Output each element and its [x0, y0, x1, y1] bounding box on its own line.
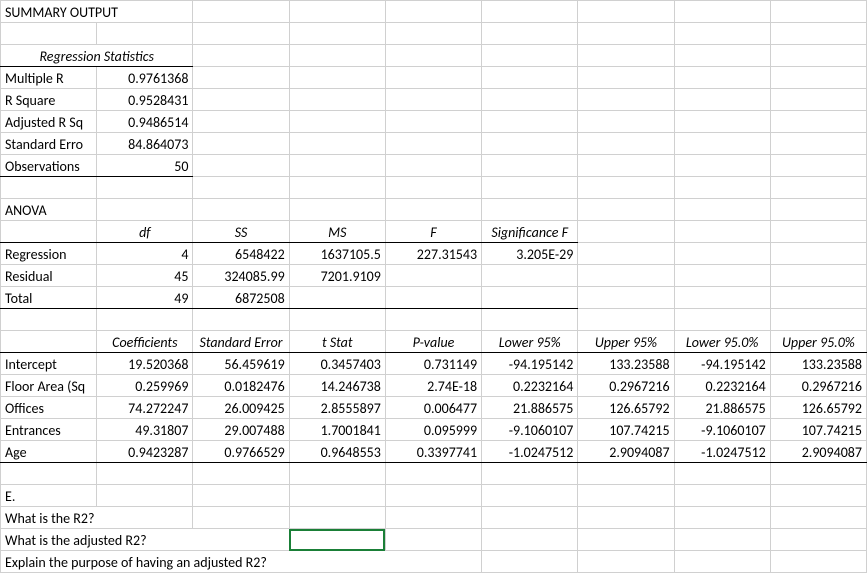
coef-head: Lower 95% — [482, 331, 578, 353]
coef-head: Standard Error — [193, 331, 289, 353]
coef-value: 0.2232164 — [674, 375, 770, 397]
coef-rowlabel: Age — [1, 441, 97, 463]
anova-rowlabel: Regression — [1, 243, 97, 265]
coef-value: -94.195142 — [674, 353, 770, 375]
coef-value: 26.009425 — [193, 397, 289, 419]
active-cell[interactable] — [289, 529, 385, 551]
coef-value: 107.74215 — [770, 419, 866, 441]
coef-value: 2.74E-18 — [385, 375, 481, 397]
coef-head: Coefficients — [97, 331, 193, 353]
coef-value: 19.520368 — [97, 353, 193, 375]
anova-value: 49 — [97, 287, 193, 309]
coef-value: 0.2967216 — [770, 375, 866, 397]
anova-head: SS — [193, 221, 289, 243]
anova-title: ANOVA — [1, 199, 97, 221]
stat-value: 84.864073 — [97, 133, 193, 155]
coef-value: 29.007488 — [193, 419, 289, 441]
stat-label: Multiple R — [1, 67, 97, 89]
coef-value: -94.195142 — [482, 353, 578, 375]
coef-value: 2.8555897 — [289, 397, 385, 419]
coef-value: 0.9648553 — [289, 441, 385, 463]
anova-value: 6872508 — [193, 287, 289, 309]
coef-value: 133.23588 — [770, 353, 866, 375]
stat-label: R Square — [1, 89, 97, 111]
coef-value: 49.31807 — [97, 419, 193, 441]
coef-value: 56.459619 — [193, 353, 289, 375]
coef-value: 74.272247 — [97, 397, 193, 419]
anova-head: df — [97, 221, 193, 243]
coef-value: -9.1060107 — [674, 419, 770, 441]
anova-value: 227.31543 — [385, 243, 481, 265]
coef-value: 0.2232164 — [482, 375, 578, 397]
anova-head: F — [385, 221, 481, 243]
stat-label: Standard Erro — [1, 133, 97, 155]
coef-rowlabel: Floor Area (Sq — [1, 375, 97, 397]
coef-value: -9.1060107 — [482, 419, 578, 441]
coef-value: 21.886575 — [482, 397, 578, 419]
coef-value: 0.006477 — [385, 397, 481, 419]
coef-head: Upper 95% — [578, 331, 674, 353]
coef-value: 0.731149 — [385, 353, 481, 375]
coef-value: -1.0247512 — [674, 441, 770, 463]
anova-value: 324085.99 — [193, 265, 289, 287]
coef-head: Upper 95.0% — [770, 331, 866, 353]
stat-label: Adjusted R Sq — [1, 111, 97, 133]
coef-value: 0.3457403 — [289, 353, 385, 375]
anova-value: 6548422 — [193, 243, 289, 265]
coef-value: 0.3397741 — [385, 441, 481, 463]
stat-value: 0.9761368 — [97, 67, 193, 89]
anova-head: Significance F — [482, 221, 578, 243]
stat-label: Observations — [1, 155, 97, 177]
summary-title: SUMMARY OUTPUT — [1, 1, 193, 23]
coef-value: 107.74215 — [578, 419, 674, 441]
question-explain: Explain the purpose of having an adjuste… — [1, 551, 482, 573]
stat-value: 0.9528431 — [97, 89, 193, 111]
coef-value: 0.9766529 — [193, 441, 289, 463]
coef-rowlabel: Offices — [1, 397, 97, 419]
question-r2: What is the R2? — [1, 507, 193, 529]
coef-value: 21.886575 — [674, 397, 770, 419]
anova-value: 1637105.5 — [289, 243, 385, 265]
stat-value: 0.9486514 — [97, 111, 193, 133]
anova-value: 4 — [97, 243, 193, 265]
coef-head: Lower 95.0% — [674, 331, 770, 353]
coef-value: -1.0247512 — [482, 441, 578, 463]
question-e: E. — [1, 485, 97, 507]
coef-value: 0.9423287 — [97, 441, 193, 463]
coef-value: 133.23588 — [578, 353, 674, 375]
question-adj-r2: What is the adjusted R2? — [1, 529, 290, 551]
anova-rowlabel: Total — [1, 287, 97, 309]
coef-rowlabel: Entrances — [1, 419, 97, 441]
coef-value: 2.9094087 — [578, 441, 674, 463]
anova-value: 3.205E-29 — [482, 243, 578, 265]
anova-value: 7201.9109 — [289, 265, 385, 287]
coef-value: 0.0182476 — [193, 375, 289, 397]
anova-head: MS — [289, 221, 385, 243]
coef-value: 126.65792 — [770, 397, 866, 419]
stat-value: 50 — [97, 155, 193, 177]
coef-value: 0.2967216 — [578, 375, 674, 397]
coef-value: 126.65792 — [578, 397, 674, 419]
reg-stats-header: Regression Statistics — [1, 45, 193, 67]
anova-rowlabel: Residual — [1, 265, 97, 287]
coef-value: 0.259969 — [97, 375, 193, 397]
coef-value: 14.246738 — [289, 375, 385, 397]
coef-value: 0.095999 — [385, 419, 481, 441]
coef-value: 2.9094087 — [770, 441, 866, 463]
coef-head: t Stat — [289, 331, 385, 353]
spreadsheet-grid[interactable]: SUMMARY OUTPUT Regression Statistics Mul… — [0, 0, 867, 573]
anova-value: 45 — [97, 265, 193, 287]
coef-rowlabel: Intercept — [1, 353, 97, 375]
coef-head: P-value — [385, 331, 481, 353]
coef-value: 1.7001841 — [289, 419, 385, 441]
